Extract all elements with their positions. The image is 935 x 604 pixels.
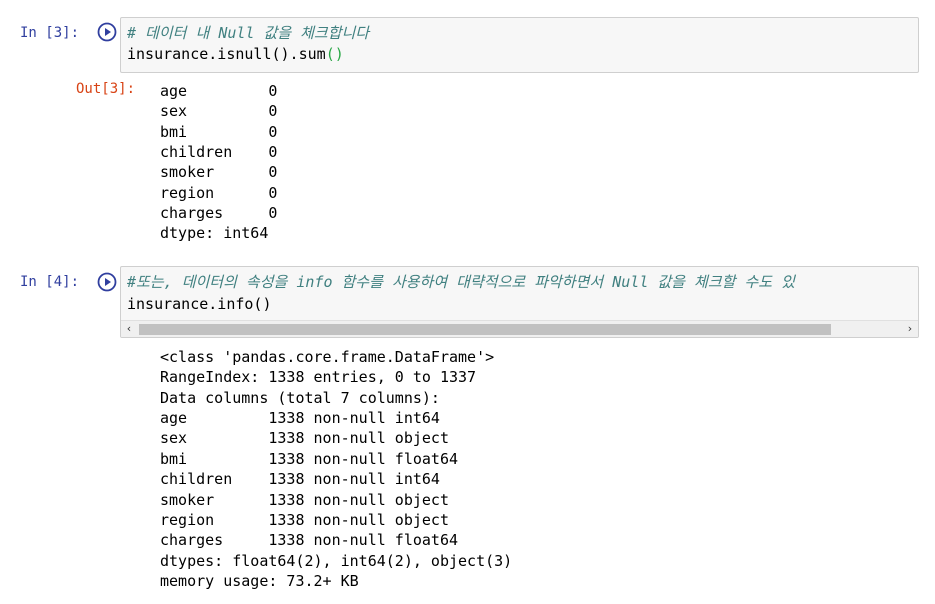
- in-prompt-4: In [4]:: [20, 274, 80, 290]
- output-line: region 1338 non-null object: [160, 511, 449, 529]
- code-parens: (): [325, 45, 344, 63]
- scroll-right-icon[interactable]: ›: [902, 321, 918, 337]
- code-cell-4[interactable]: #또는, 데이터의 속성을 info 함수를 사용하여 대략적으로 파악하면서 …: [120, 266, 919, 338]
- output-line: memory usage: 73.2+ KB: [160, 572, 359, 590]
- code-statement: insurance.isnull().sum(): [127, 44, 344, 64]
- output-line: Data columns (total 7 columns):: [160, 389, 440, 407]
- horizontal-scrollbar[interactable]: ‹ ›: [121, 320, 918, 337]
- output-line: age 0: [160, 82, 278, 100]
- output-line: <class 'pandas.core.frame.DataFrame'>: [160, 348, 495, 366]
- output-line: dtypes: float64(2), int64(2), object(3): [160, 552, 513, 570]
- output-line: smoker 0: [160, 163, 278, 181]
- output-line: children 0: [160, 143, 278, 161]
- output-line: bmi 1338 non-null float64: [160, 450, 459, 468]
- code-statement: insurance.info(): [127, 295, 272, 313]
- run-cell-icon[interactable]: [97, 22, 117, 42]
- code-comment: #또는, 데이터의 속성을 info 함수를 사용하여 대략적으로 파악하면서 …: [127, 273, 795, 291]
- output-line: smoker 1338 non-null object: [160, 491, 449, 509]
- scroll-left-icon[interactable]: ‹: [121, 321, 137, 337]
- output-line: region 0: [160, 184, 278, 202]
- code-main: insurance.isnull().sum: [127, 45, 326, 63]
- output-line: sex 1338 non-null object: [160, 429, 449, 447]
- output-line: bmi 0: [160, 123, 278, 141]
- output-line: children 1338 non-null int64: [160, 470, 440, 488]
- out-prompt-3: Out[3]:: [76, 81, 136, 97]
- output-line: sex 0: [160, 102, 278, 120]
- run-cell-icon[interactable]: [97, 272, 117, 292]
- code-cell-3[interactable]: # 데이터 내 Null 값을 체크합니다 insurance.isnull()…: [120, 17, 919, 73]
- scrollbar-thumb[interactable]: [139, 324, 831, 335]
- output-line: age 1338 non-null int64: [160, 409, 440, 427]
- output-line: charges 1338 non-null float64: [160, 531, 459, 549]
- output-line: charges 0: [160, 204, 278, 222]
- in-prompt-3: In [3]:: [20, 25, 80, 41]
- output-line: RangeIndex: 1338 entries, 0 to 1337: [160, 368, 477, 386]
- output-line: dtype: int64: [160, 224, 269, 242]
- code-comment: # 데이터 내 Null 값을 체크합니다: [127, 24, 370, 42]
